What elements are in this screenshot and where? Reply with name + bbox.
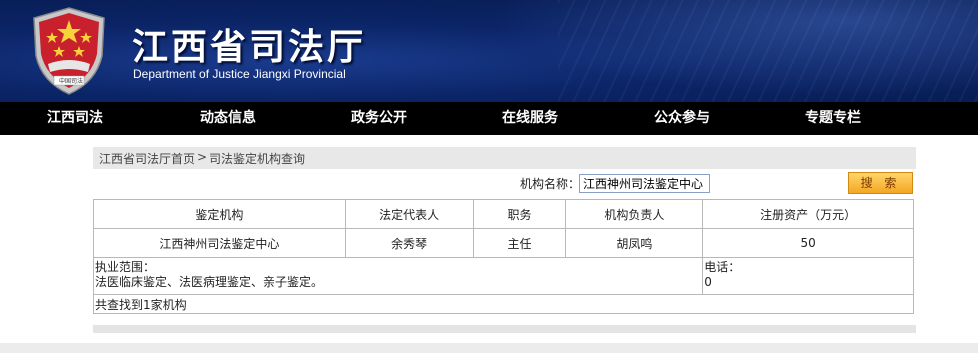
nav-item-online-service[interactable]: 在线服务 [502,102,558,135]
scope-cell: 执业范围： 法医临床鉴定、法医病理鉴定、亲子鉴定。 [92,257,704,295]
header-legal-rep: 法定代表人 [344,199,474,229]
search-label: 机构名称： [520,177,581,191]
header-registered-capital: 注册资产（万元） [702,199,914,229]
results-table: 鉴定机构 法定代表人 职务 机构负责人 注册资产（万元） 江西神州司法鉴定中心 … [92,199,914,314]
main-content: 江西省司法厅首页 > 司法鉴定机构查询 机构名称： 搜 索 鉴定机构 法定代表人… [0,135,978,343]
header-institution: 鉴定机构 [93,199,346,229]
footer-divider [93,325,916,333]
main-nav: 江西司法 动态信息 政务公开 在线服务 公众参与 专题专栏 [0,102,978,135]
cell-position: 主任 [472,228,567,258]
breadcrumb: 江西省司法厅首页 > 司法鉴定机构查询 [93,147,916,169]
nav-item-public-participation[interactable]: 公众参与 [654,102,710,135]
cell-registered-capital: 50 [702,228,914,258]
phone-label: 电话： [704,260,741,274]
search-button[interactable]: 搜 索 [848,172,913,194]
table-row: 江西神州司法鉴定中心 余秀琴 主任 胡凤鸣 50 [93,228,914,258]
nav-item-jiangxi-justice[interactable]: 江西司法 [47,102,103,135]
nav-item-news[interactable]: 动态信息 [200,102,256,135]
cell-institution: 江西神州司法鉴定中心 [93,228,346,258]
header-banner: 中国司法 江西省司法厅 Department of Justice Jiangx… [0,0,978,102]
breadcrumb-home-link[interactable]: 江西省司法厅首页 [99,150,195,167]
scope-label: 执业范围： [95,260,156,274]
emblem-caption: 中国司法 [58,78,83,85]
site-subtitle: Department of Justice Jiangxi Provincial [133,67,346,81]
scope-row: 执业范围： 法医临床鉴定、法医病理鉴定、亲子鉴定。 电话： 0 [92,257,914,295]
cell-legal-rep: 余秀琴 [344,228,474,258]
breadcrumb-current: 司法鉴定机构查询 [209,152,306,166]
page-bottom-strip [0,343,978,353]
site-title: 江西省司法厅 [132,27,367,68]
scope-value: 法医临床鉴定、法医病理鉴定、亲子鉴定。 [95,275,324,289]
header-director: 机构负责人 [565,199,704,229]
breadcrumb-separator: > [197,150,208,164]
cell-director: 胡凤鸣 [565,228,704,258]
nav-item-special-topics[interactable]: 专题专栏 [805,102,861,135]
header-position: 职务 [472,199,567,229]
phone-value: 0 [704,275,712,289]
summary-row: 共查找到1家机构 [93,294,914,314]
banner-texture [558,0,978,102]
phone-cell: 电话： 0 [702,257,914,295]
nav-item-public-affairs[interactable]: 政务公开 [351,102,407,135]
search-input[interactable] [579,174,710,193]
result-count: 共查找到1家机构 [93,294,914,314]
table-header-row: 鉴定机构 法定代表人 职务 机构负责人 注册资产（万元） [93,199,914,229]
